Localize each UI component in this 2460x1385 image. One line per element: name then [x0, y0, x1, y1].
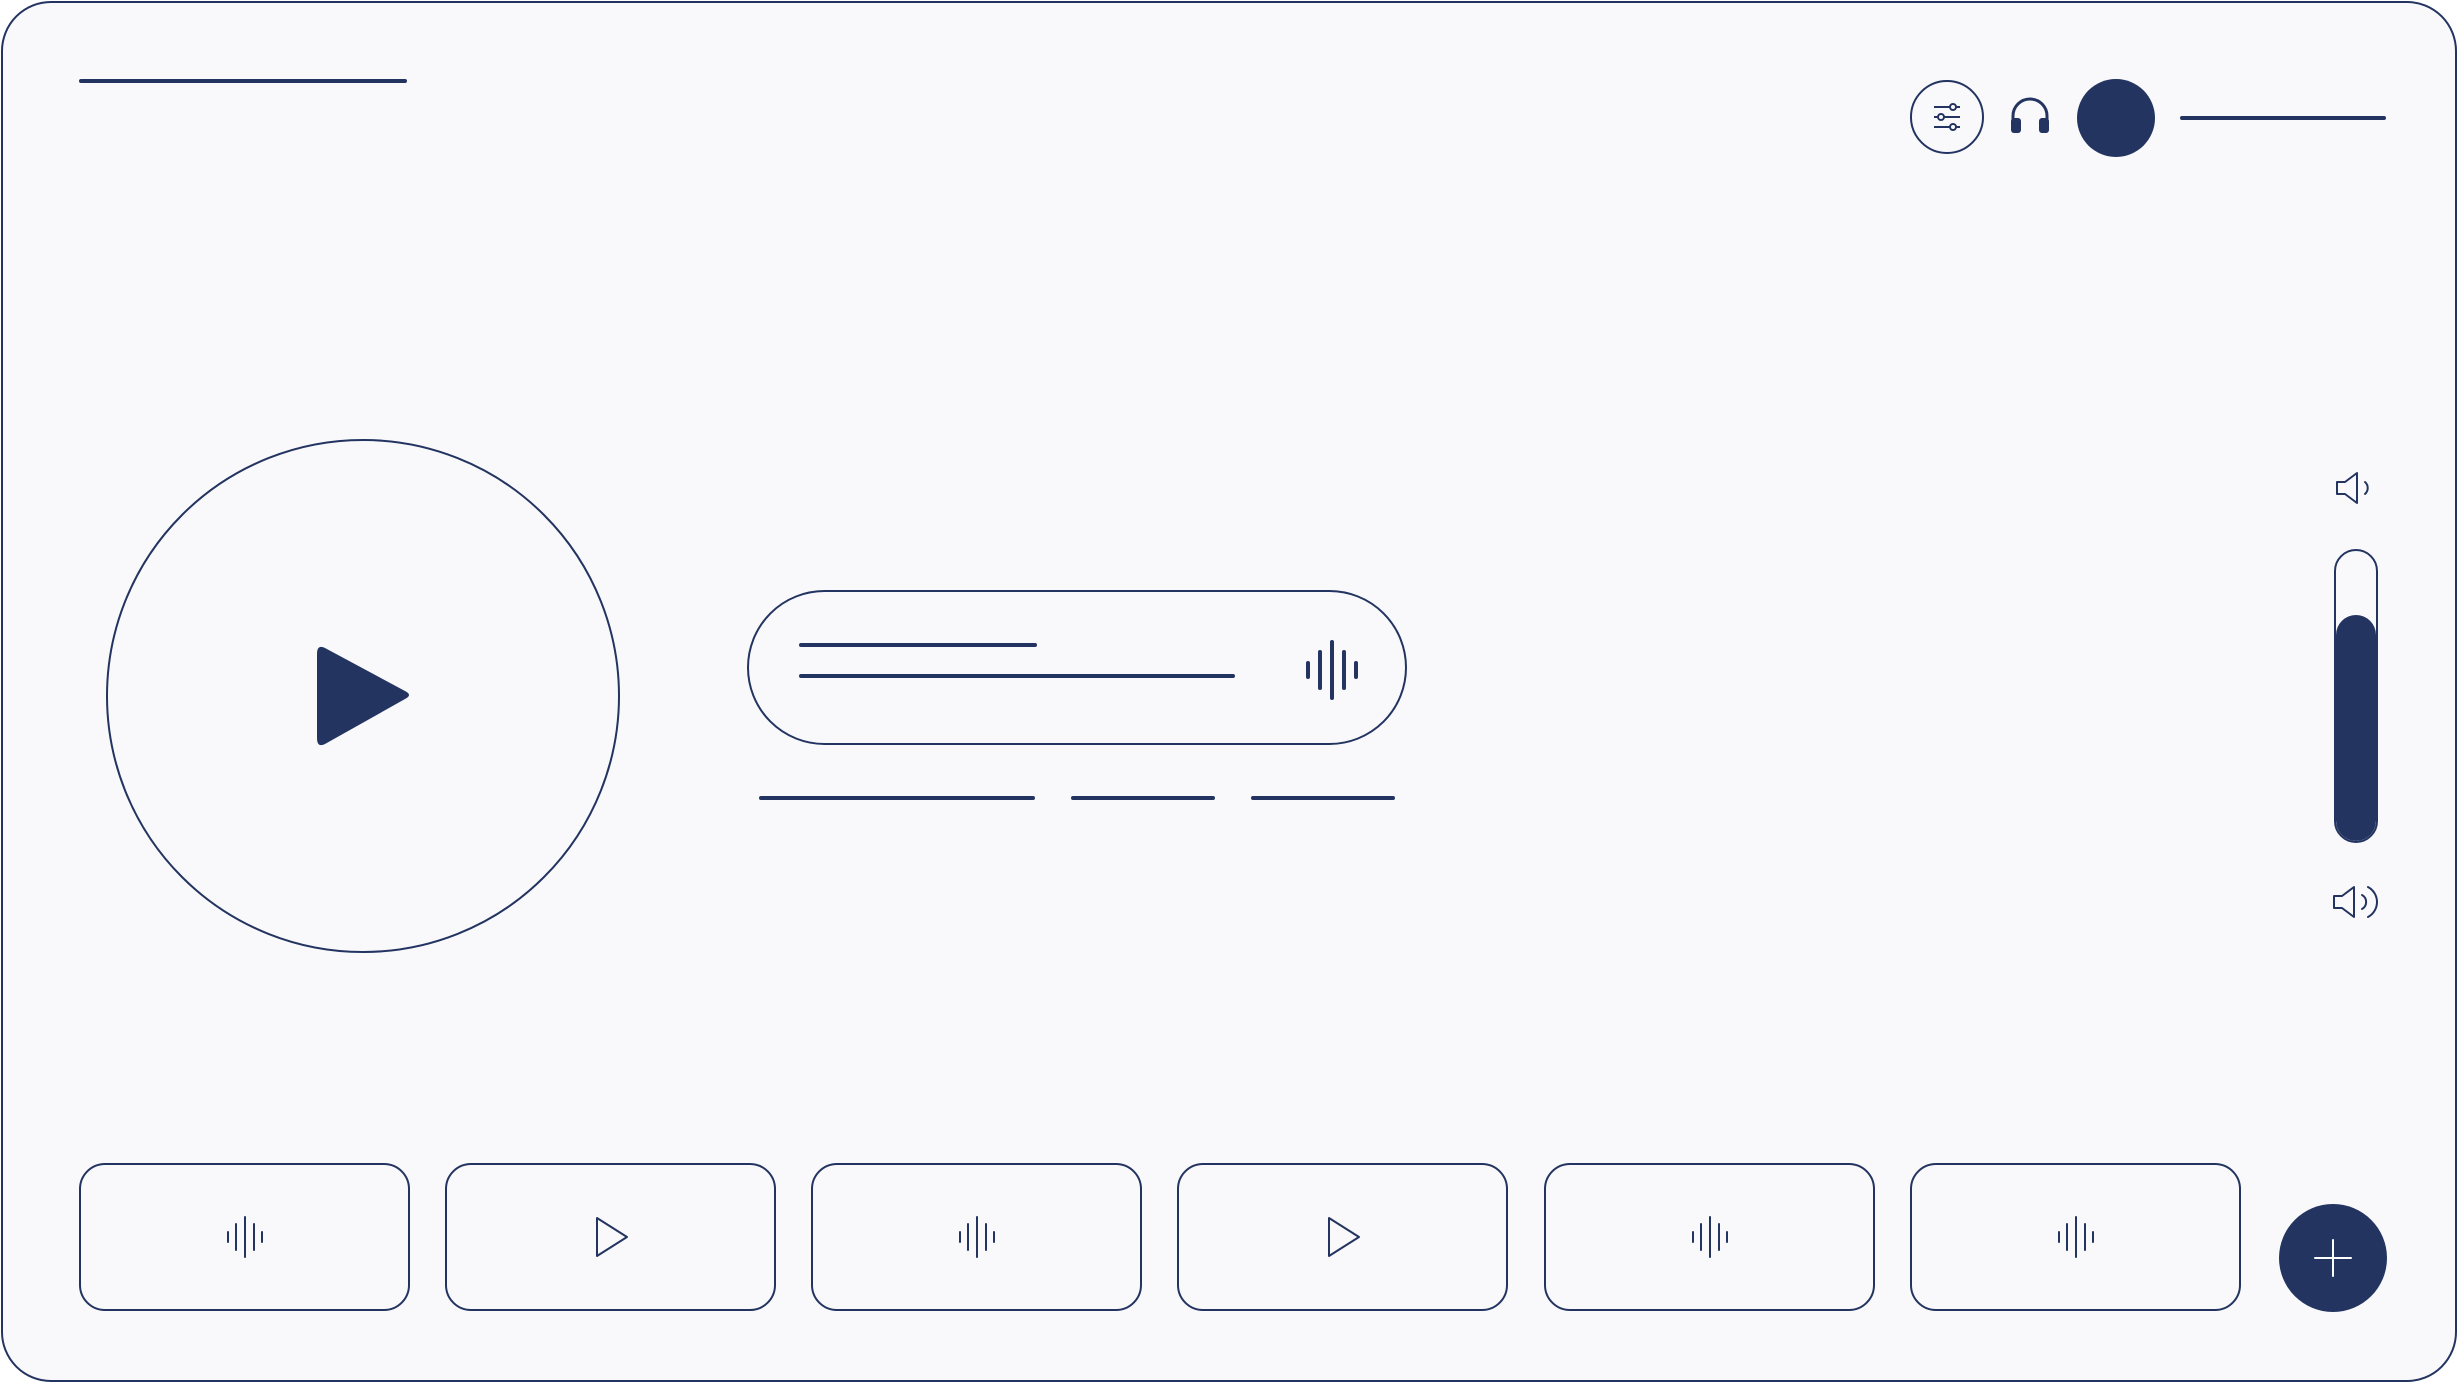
- plus-icon: [2311, 1236, 2355, 1280]
- playlist-tile[interactable]: [1177, 1163, 1508, 1311]
- add-button[interactable]: [2279, 1204, 2387, 1312]
- track-title-placeholder: [799, 643, 1037, 647]
- track-meta-2: [1071, 796, 1215, 800]
- playlist-tile[interactable]: [811, 1163, 1142, 1311]
- playlist-tile[interactable]: [1910, 1163, 2241, 1311]
- settings-button[interactable]: [1910, 80, 1984, 154]
- volume-slider-fill[interactable]: [2336, 614, 2376, 841]
- waveform-icon: [2055, 1215, 2097, 1259]
- app-title-placeholder: [79, 79, 407, 83]
- play-icon: [591, 1215, 631, 1259]
- now-playing-card[interactable]: [747, 590, 1407, 745]
- playlist-tile[interactable]: [1544, 1163, 1875, 1311]
- volume-low-icon: [2333, 469, 2375, 507]
- waveform-icon: [956, 1215, 998, 1259]
- app-window: [1, 1, 2457, 1382]
- track-artist-placeholder: [799, 674, 1235, 678]
- play-icon: [1323, 1215, 1363, 1259]
- volume-slider[interactable]: [2334, 549, 2378, 843]
- headphones-button[interactable]: [2008, 96, 2052, 140]
- user-name-placeholder: [2180, 116, 2386, 120]
- playlist-tile[interactable]: [79, 1163, 410, 1311]
- track-meta-3: [1251, 796, 1395, 800]
- waveform-icon: [1304, 640, 1360, 700]
- track-meta-1: [759, 796, 1035, 800]
- headphones-icon: [2008, 96, 2052, 140]
- volume-high-icon: [2330, 881, 2382, 923]
- avatar[interactable]: [2077, 79, 2155, 157]
- sliders-icon: [1930, 100, 1964, 134]
- play-button[interactable]: [106, 439, 620, 953]
- waveform-icon: [1689, 1215, 1731, 1259]
- playlist-tile[interactable]: [445, 1163, 776, 1311]
- waveform-icon: [224, 1215, 266, 1259]
